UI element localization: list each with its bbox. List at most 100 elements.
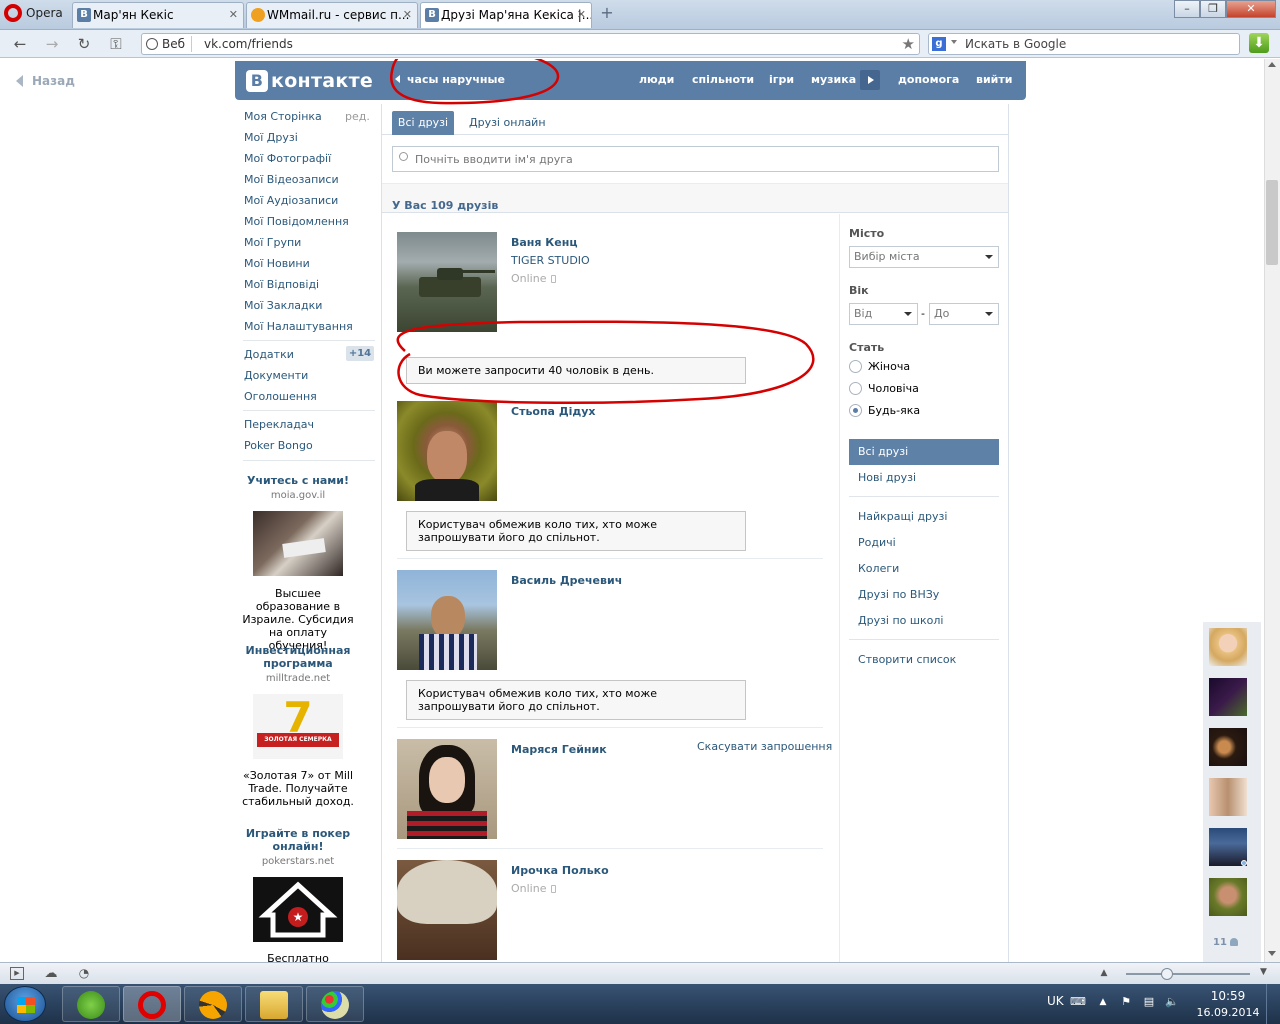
online-friend-avatar[interactable]	[1209, 778, 1247, 816]
network-icon[interactable]: ▤	[1142, 996, 1156, 1008]
city-select[interactable]: Вибір міста	[849, 246, 999, 268]
ad-title[interactable]: Инвестиционная программа	[241, 644, 355, 670]
bookmark-star-icon[interactable]: ★	[902, 34, 915, 54]
edit-link[interactable]: ред.	[345, 110, 370, 123]
turbo-icon[interactable]: ◔	[77, 967, 91, 980]
reload-icon[interactable]: ↻	[74, 35, 94, 53]
menu-messages[interactable]: Мої Повідомлення	[244, 215, 349, 228]
minimize-icon[interactable]: –	[1174, 0, 1200, 18]
friend-avatar[interactable]	[397, 739, 497, 839]
menu-settings[interactable]: Мої Налаштування	[244, 320, 353, 333]
nav-games[interactable]: ігри	[769, 73, 794, 86]
tab-all-friends[interactable]: Всі друзі	[392, 111, 454, 135]
chevron-down-icon[interactable]	[951, 40, 957, 44]
close-tab-icon[interactable]: ✕	[403, 3, 412, 27]
new-tab-icon[interactable]: +	[598, 4, 616, 22]
list-best-friends[interactable]: Найкращі друзі	[858, 510, 947, 523]
list-new-friends[interactable]: Нові друзі	[858, 471, 916, 484]
nav-communities[interactable]: спільноти	[692, 73, 754, 86]
create-list-link[interactable]: Створити список	[858, 653, 956, 666]
scroll-up-icon[interactable]	[1268, 62, 1276, 67]
menu-videos[interactable]: Мої Відеозаписи	[244, 173, 339, 186]
cloud-icon[interactable]: ☁	[44, 967, 58, 980]
now-playing[interactable]: часы наручные	[395, 73, 505, 86]
menu-ads[interactable]: Оголошення	[244, 390, 317, 403]
age-from-select[interactable]: Від	[849, 303, 918, 325]
opera-menu-button[interactable]: Opera	[0, 2, 68, 28]
menu-bookmarks[interactable]: Мої Закладки	[244, 299, 322, 312]
zoom-dropdown-icon[interactable]: ▼	[1260, 967, 1267, 977]
gender-any-radio[interactable]	[849, 404, 862, 417]
menu-my-page[interactable]: Моя Сторінка	[244, 110, 322, 123]
restore-icon[interactable]: ❐	[1200, 0, 1226, 18]
friend-search-input[interactable]: Почніть вводити ім'я друга	[392, 146, 999, 172]
close-tab-icon[interactable]: ✕	[229, 3, 238, 27]
taskbar-aimp[interactable]	[184, 986, 242, 1022]
online-friend-avatar[interactable]	[1209, 878, 1247, 916]
online-friends-count[interactable]: 11	[1213, 937, 1239, 948]
tab-online-friends[interactable]: Друзі онлайн	[469, 111, 546, 135]
play-icon[interactable]	[860, 70, 880, 90]
list-colleagues[interactable]: Колеги	[858, 562, 899, 575]
menu-poker-bongo[interactable]: Poker Bongo	[244, 439, 313, 452]
download-icon[interactable]: ⬇	[1249, 33, 1269, 53]
gender-male-radio[interactable]	[849, 382, 862, 395]
forward-arrow-icon[interactable]: →	[42, 35, 62, 53]
friend-avatar[interactable]	[397, 401, 497, 501]
back-arrow-icon[interactable]: ←	[10, 35, 30, 53]
menu-photos[interactable]: Мої Фотографії	[244, 152, 331, 165]
friend-avatar[interactable]	[397, 860, 497, 960]
scrollbar-thumb[interactable]	[1266, 180, 1278, 265]
volume-icon[interactable]: 🔈	[1165, 996, 1179, 1008]
taskbar-utorrent[interactable]	[62, 986, 120, 1022]
friend-name[interactable]: Стьопа Дідух	[511, 405, 596, 418]
friend-name[interactable]: Ирочка Полько	[511, 864, 609, 877]
menu-documents[interactable]: Документи	[244, 369, 308, 382]
list-all-friends[interactable]: Всі друзі	[849, 439, 999, 465]
nav-people[interactable]: люди	[639, 73, 674, 86]
gender-female-label[interactable]: Жіноча	[868, 360, 910, 373]
gender-female-radio[interactable]	[849, 360, 862, 373]
key-icon[interactable]: ⚿	[106, 35, 126, 53]
close-window-icon[interactable]: ✕	[1226, 0, 1276, 18]
back-link[interactable]: Назад	[16, 74, 75, 88]
list-school-friends[interactable]: Друзі по школі	[858, 614, 943, 627]
ad-text[interactable]: Высшее образование в Израиле. Субсидия н…	[241, 587, 355, 652]
scroll-down-icon[interactable]	[1268, 951, 1276, 956]
browser-tab-active[interactable]: В Друзі Мар'яна Кекіса |... ✕	[420, 2, 592, 28]
zoom-slider-handle[interactable]	[1161, 968, 1173, 980]
gender-any-label[interactable]: Будь-яка	[868, 404, 920, 417]
ad-title[interactable]: Играйте в покер онлайн!	[241, 827, 355, 853]
menu-answers[interactable]: Мої Відповіді	[244, 278, 319, 291]
flag-icon[interactable]: ⚑	[1119, 996, 1133, 1008]
close-tab-icon[interactable]: ✕	[577, 3, 586, 27]
friend-name[interactable]: Маряся Гейник	[511, 743, 607, 756]
menu-news[interactable]: Мої Новини	[244, 257, 310, 270]
ad-title[interactable]: Учитесь с нами!	[241, 474, 355, 487]
browser-tab[interactable]: WMmail.ru - сервис п... ✕	[246, 2, 418, 28]
taskbar-paint[interactable]	[306, 986, 364, 1022]
friend-name[interactable]: Ваня Кенц	[511, 236, 578, 249]
nav-music[interactable]: музика	[811, 73, 856, 86]
ad-image[interactable]: 7 ЗОЛОТАЯ СЕМЕРКА	[253, 694, 343, 759]
site-info-button[interactable]: Веб	[146, 36, 193, 52]
google-icon[interactable]: g	[932, 37, 946, 51]
clock-date[interactable]: 16.09.2014	[1193, 1006, 1263, 1019]
menu-apps[interactable]: Додатки	[244, 348, 294, 361]
list-university-friends[interactable]: Друзі по ВНЗу	[858, 588, 939, 601]
friend-avatar[interactable]	[397, 570, 497, 670]
start-button[interactable]	[4, 986, 46, 1022]
menu-friends[interactable]: Мої Друзі	[244, 131, 298, 144]
cancel-invite-link[interactable]: Скасувати запрошення	[697, 740, 832, 753]
url-text[interactable]: vk.com/friends	[204, 34, 293, 54]
nav-logout[interactable]: вийти	[976, 73, 1012, 86]
friend-avatar[interactable]	[397, 232, 497, 332]
show-desktop-button[interactable]	[1266, 984, 1280, 1024]
ad-text[interactable]: «Золотая 7» от Mill Trade. Получайте ста…	[241, 769, 355, 808]
apps-badge[interactable]: +14	[346, 346, 374, 361]
taskbar-opera[interactable]	[123, 986, 181, 1022]
zoom-slider[interactable]	[1126, 973, 1250, 975]
online-friend-avatar[interactable]	[1209, 678, 1247, 716]
friend-name[interactable]: Василь Дречевич	[511, 574, 622, 587]
clock-time[interactable]: 10:59	[1198, 989, 1258, 1003]
